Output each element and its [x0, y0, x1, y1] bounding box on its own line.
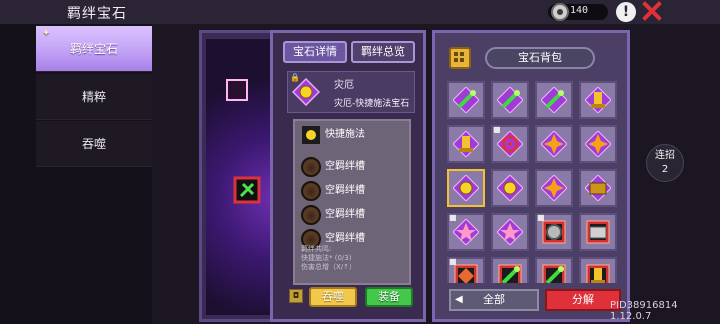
- sun-skill-icon: [302, 126, 320, 144]
- tab-bond-overview[interactable]: 羁绊总览: [351, 41, 415, 63]
- lock-icon: ■: [449, 257, 457, 266]
- bond-stats: 羁绊共鸣: 快捷施法* (0/3) 伤害总增（X/↑）: [301, 245, 356, 272]
- red-stone-gem-icon: [454, 264, 478, 283]
- silver-chest-gem-icon: [586, 220, 610, 244]
- green-staff-gem-icon: [453, 87, 479, 113]
- gem-full-name: 灾厄-快捷施法宝石: [334, 99, 410, 109]
- bond-slot-label: 空羁绊槽: [325, 185, 365, 196]
- equipped-gem-slot-icon[interactable]: [222, 75, 252, 105]
- equip-button[interactable]: 装备: [365, 287, 413, 307]
- gem-grid-cell[interactable]: [491, 81, 529, 119]
- lock-icon: ■: [537, 213, 545, 222]
- sidebar-item-essence[interactable]: 精粹: [36, 74, 152, 120]
- sun-gem-icon: [497, 175, 523, 201]
- pink-star-gem-icon: [497, 219, 523, 245]
- page-title: 羁绊宝石: [67, 6, 127, 22]
- combo-value: 2: [661, 164, 669, 175]
- gem-grid-cell[interactable]: [491, 169, 529, 207]
- gem-grid-cell[interactable]: [579, 169, 617, 207]
- gem-name: 灾厄: [334, 80, 354, 91]
- currency-display: 140: [548, 3, 608, 21]
- sidebar-item-devour[interactable]: 吞噬: [36, 121, 152, 167]
- green-staff-gem-icon: [497, 87, 523, 113]
- red-swirl-gem-icon: [497, 131, 523, 157]
- gem-backpack-panel: 宝石背包 ■ ■ ■ ■ ◀ 全部 分解: [432, 30, 630, 322]
- gem-grid-cell[interactable]: [447, 81, 485, 119]
- bond-stone-art: [199, 30, 273, 322]
- burst-gem-icon: [541, 175, 567, 201]
- green-staff-gem-icon: [498, 264, 522, 283]
- lock-icon: ■: [449, 213, 457, 222]
- sparkle-icon: ✦: [42, 28, 51, 39]
- lock-icon: ◘: [292, 291, 300, 300]
- pink-star-gem-icon: [453, 219, 479, 245]
- lock-icon: ■: [493, 125, 501, 134]
- currency-value: 140: [570, 5, 589, 16]
- tab-gem-detail[interactable]: 宝石详情: [283, 41, 347, 63]
- gem-grid-cell[interactable]: [579, 81, 617, 119]
- info-button[interactable]: !: [616, 2, 636, 22]
- grey-gear-gem-icon: [542, 220, 566, 244]
- skill-name: 快捷施法: [325, 129, 365, 140]
- sidebar-item-bond-gem[interactable]: ✦ 羁绊宝石: [36, 26, 152, 72]
- exclamation-icon: !: [622, 4, 630, 20]
- grid-view-button[interactable]: [449, 47, 471, 69]
- filter-label: 全部: [483, 293, 505, 306]
- green-staff-gem-icon: [541, 87, 567, 113]
- bond-slot-label: 空羁绊槽: [325, 209, 365, 220]
- burst-gem-icon: [585, 131, 611, 157]
- filter-dropdown[interactable]: ◀ 全部: [449, 289, 539, 311]
- stat-line: 羁绊共鸣:: [301, 245, 332, 253]
- lock-toggle-button[interactable]: ◘: [289, 289, 303, 303]
- gem-grid-cell[interactable]: ■: [447, 257, 485, 283]
- top-bar: 羁绊宝石 140 !: [0, 0, 720, 24]
- equipped-gem-slot-icon[interactable]: [232, 175, 262, 205]
- combo-counter[interactable]: 连招 2: [646, 144, 684, 182]
- backpack-title: 宝石背包: [485, 47, 595, 69]
- sidebar-item-label: 羁绊宝石: [69, 42, 118, 56]
- sidebar-item-label: 精粹: [81, 90, 106, 104]
- gem-grid-cell[interactable]: ■: [491, 125, 529, 163]
- close-x-icon[interactable]: [642, 1, 662, 21]
- gem-grid-cell[interactable]: [447, 125, 485, 163]
- chest-gem-icon: [585, 175, 611, 201]
- empty-slot-icon: [301, 157, 321, 177]
- bond-slot-label: 空羁绊槽: [325, 161, 365, 172]
- triangle-left-icon: ◀: [455, 294, 463, 305]
- gold-totem-gem-icon: [586, 264, 610, 283]
- stat-line: 伤害总增（X/↑）: [301, 263, 357, 271]
- gem-grid-cell[interactable]: [579, 125, 617, 163]
- sidebar-item-label: 吞噬: [81, 137, 106, 151]
- gem-grid-cell[interactable]: [579, 213, 617, 251]
- sidebar: ✦ 羁绊宝石 精粹 吞噬: [0, 24, 152, 324]
- gold-totem-gem-icon: [453, 131, 479, 157]
- gem-detail-panel: 宝石详情 羁绊总览 🔒 灾厄 灾厄-快捷施法宝石 快捷施法 空羁绊槽 空羁绊槽: [270, 30, 426, 322]
- selected-gem-card: 🔒 灾厄 灾厄-快捷施法宝石: [287, 71, 415, 113]
- gold-totem-gem-icon: [585, 87, 611, 113]
- empty-slot-icon: [301, 181, 321, 201]
- gem-grid-cell[interactable]: ■: [447, 213, 485, 251]
- combo-label: 连招: [655, 150, 675, 161]
- gem-grid-cell[interactable]: [491, 213, 529, 251]
- sun-gem-icon: [292, 78, 320, 106]
- gem-grid: ■ ■ ■ ■: [443, 75, 625, 283]
- gem-grid-cell[interactable]: [447, 169, 485, 207]
- stat-line: 快捷施法* (0/3): [301, 254, 352, 262]
- gear-coin-icon: [551, 3, 569, 21]
- gem-grid-cell[interactable]: [535, 169, 573, 207]
- gem-grid-cell[interactable]: [535, 81, 573, 119]
- burst-gem-icon: [541, 131, 567, 157]
- devour-button[interactable]: 吞噬: [309, 287, 357, 307]
- gem-grid-cell[interactable]: ■: [535, 213, 573, 251]
- gem-grid-cell[interactable]: [535, 257, 573, 283]
- build-id-text: PID38916814 1.12.0.7: [610, 300, 678, 322]
- empty-slot-icon: [301, 205, 321, 225]
- sun-gem-icon: [453, 175, 479, 201]
- gem-grid-cell[interactable]: [491, 257, 529, 283]
- green-staff-gem-icon: [542, 264, 566, 283]
- gem-grid-cell[interactable]: [535, 125, 573, 163]
- gem-grid-cell[interactable]: [579, 257, 617, 283]
